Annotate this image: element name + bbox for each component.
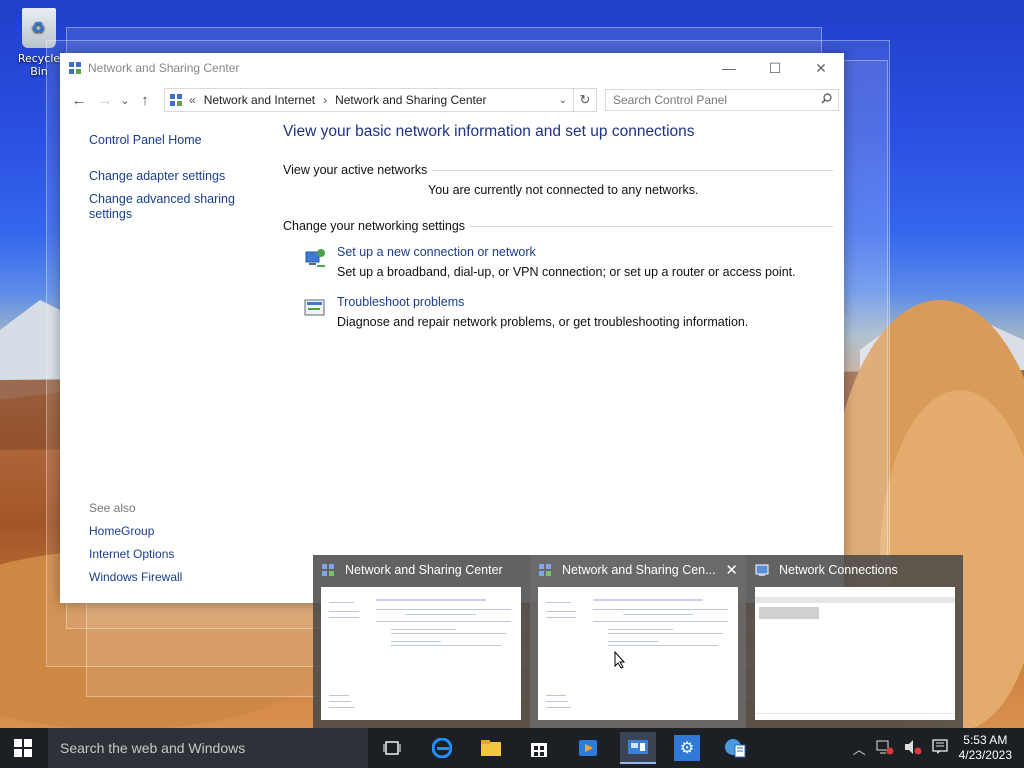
windows-firewall-link[interactable]: Windows Firewall xyxy=(89,570,182,584)
change-adapter-settings-link[interactable]: Change adapter settings xyxy=(89,169,269,184)
network-status-icon[interactable] xyxy=(876,739,894,758)
volume-muted-icon[interactable] xyxy=(904,739,922,758)
task-new-connection: Set up a new connection or network Set u… xyxy=(283,245,833,279)
media-player-icon[interactable] xyxy=(573,734,603,762)
action-center-icon[interactable] xyxy=(931,738,948,758)
section-divider xyxy=(431,169,833,171)
thumbnail-title: Network Connections xyxy=(779,563,898,577)
taskbar-thumbnail-previews: Network and Sharing Center Network and S… xyxy=(313,555,963,728)
thumbnail-preview xyxy=(321,587,521,720)
refresh-button[interactable]: ↻ xyxy=(574,88,597,112)
search-placeholder: Search Control Panel xyxy=(613,93,728,107)
thumbnail-title: Network and Sharing Center xyxy=(345,563,503,577)
search-icon[interactable] xyxy=(821,93,832,104)
thumbnail-network-sharing-center-1[interactable]: Network and Sharing Center xyxy=(313,555,529,728)
troubleshoot-icon xyxy=(304,299,325,316)
thumbnail-title: Network and Sharing Cen... xyxy=(562,563,716,577)
homegroup-link[interactable]: HomeGroup xyxy=(89,524,154,538)
network-connections-icon xyxy=(755,564,769,576)
taskbar: Search the web and Windows ⚙ ︿ 5:53 AM 4… xyxy=(0,728,1024,768)
navigation-bar: ← → ⌄ ↑ « Network and Internet › Network… xyxy=(60,83,844,117)
network-center-icon xyxy=(69,62,81,74)
show-hidden-icons-chevron-icon[interactable]: ︿ xyxy=(853,739,866,758)
thumbnail-network-connections[interactable]: Network Connections xyxy=(747,555,963,728)
network-center-icon xyxy=(539,564,551,576)
sidebar: Control Panel Home Change adapter settin… xyxy=(89,133,269,584)
control-panel-icon xyxy=(170,94,182,106)
system-tray: ︿ 5:53 AM 4/23/2023 xyxy=(848,728,1024,768)
page-title: View your basic network information and … xyxy=(283,123,695,140)
main-content: View your basic network information and … xyxy=(283,123,833,329)
maximize-button[interactable]: ☐ xyxy=(752,53,798,83)
search-input[interactable]: Search Control Panel xyxy=(605,89,839,111)
back-button[interactable]: ← xyxy=(66,92,92,109)
title-bar[interactable]: Network and Sharing Center — ☐ ✕ xyxy=(60,53,844,83)
mouse-cursor-icon xyxy=(614,651,626,669)
address-overflow[interactable]: « xyxy=(189,93,196,107)
setup-connection-description: Set up a broadband, dial-up, or VPN conn… xyxy=(337,265,796,279)
edge-browser-icon[interactable] xyxy=(427,734,457,762)
address-bar[interactable]: « Network and Internet › Network and Sha… xyxy=(164,88,574,112)
store-icon[interactable] xyxy=(524,734,554,762)
thumbnail-preview xyxy=(755,587,955,720)
clock[interactable]: 5:53 AM 4/23/2023 xyxy=(959,733,1012,763)
breadcrumb-network-sharing-center[interactable]: Network and Sharing Center xyxy=(335,93,486,107)
recent-locations-button[interactable]: ⌄ xyxy=(118,94,132,107)
thumbnail-network-sharing-center-2[interactable]: Network and Sharing Cen... ✕ xyxy=(530,555,746,728)
task-troubleshoot: Troubleshoot problems Diagnose and repai… xyxy=(283,295,833,329)
internet-options-link[interactable]: Internet Options xyxy=(89,547,174,561)
clock-date: 4/23/2023 xyxy=(958,748,1012,762)
see-also-heading: See also xyxy=(89,501,136,515)
change-advanced-sharing-link[interactable]: Change advanced sharing settings xyxy=(89,192,239,222)
thumbnail-preview xyxy=(538,587,738,720)
control-panel-taskbar-icon[interactable] xyxy=(620,732,656,764)
change-settings-heading: Change your networking settings xyxy=(283,219,466,233)
network-center-icon xyxy=(322,564,334,576)
breadcrumb-separator[interactable]: › xyxy=(323,93,327,107)
not-connected-status: You are currently not connected to any n… xyxy=(428,183,699,197)
network-connections-taskbar-icon[interactable] xyxy=(720,734,750,762)
thumbnail-close-button[interactable]: ✕ xyxy=(725,561,738,579)
up-button[interactable]: ↑ xyxy=(132,92,158,109)
clock-time: 5:53 AM xyxy=(963,733,1008,747)
troubleshoot-description: Diagnose and repair network problems, or… xyxy=(337,315,749,329)
window-title: Network and Sharing Center xyxy=(88,61,240,75)
network-sharing-center-window: Network and Sharing Center — ☐ ✕ ← → ⌄ ↑… xyxy=(60,53,844,603)
windows-start-icon[interactable] xyxy=(14,739,32,757)
settings-gear-icon[interactable]: ⚙ xyxy=(672,734,702,762)
task-view-icon[interactable] xyxy=(377,734,407,762)
address-dropdown-icon[interactable]: ⌄ xyxy=(559,95,567,106)
active-networks-section: View your active networks xyxy=(283,163,833,177)
troubleshoot-problems-link[interactable]: Troubleshoot problems xyxy=(337,295,833,309)
control-panel-home-link[interactable]: Control Panel Home xyxy=(89,133,269,148)
taskbar-search-box[interactable]: Search the web and Windows xyxy=(48,728,368,768)
new-connection-icon xyxy=(305,249,325,267)
close-button[interactable]: ✕ xyxy=(798,53,844,83)
file-explorer-icon[interactable] xyxy=(476,734,506,762)
section-divider xyxy=(469,225,833,227)
change-settings-section: Change your networking settings xyxy=(283,219,833,233)
active-networks-heading: View your active networks xyxy=(283,163,428,177)
breadcrumb-network-internet[interactable]: Network and Internet xyxy=(204,93,315,107)
setup-connection-link[interactable]: Set up a new connection or network xyxy=(337,245,833,259)
minimize-button[interactable]: — xyxy=(706,53,752,83)
forward-button[interactable]: → xyxy=(92,92,118,109)
